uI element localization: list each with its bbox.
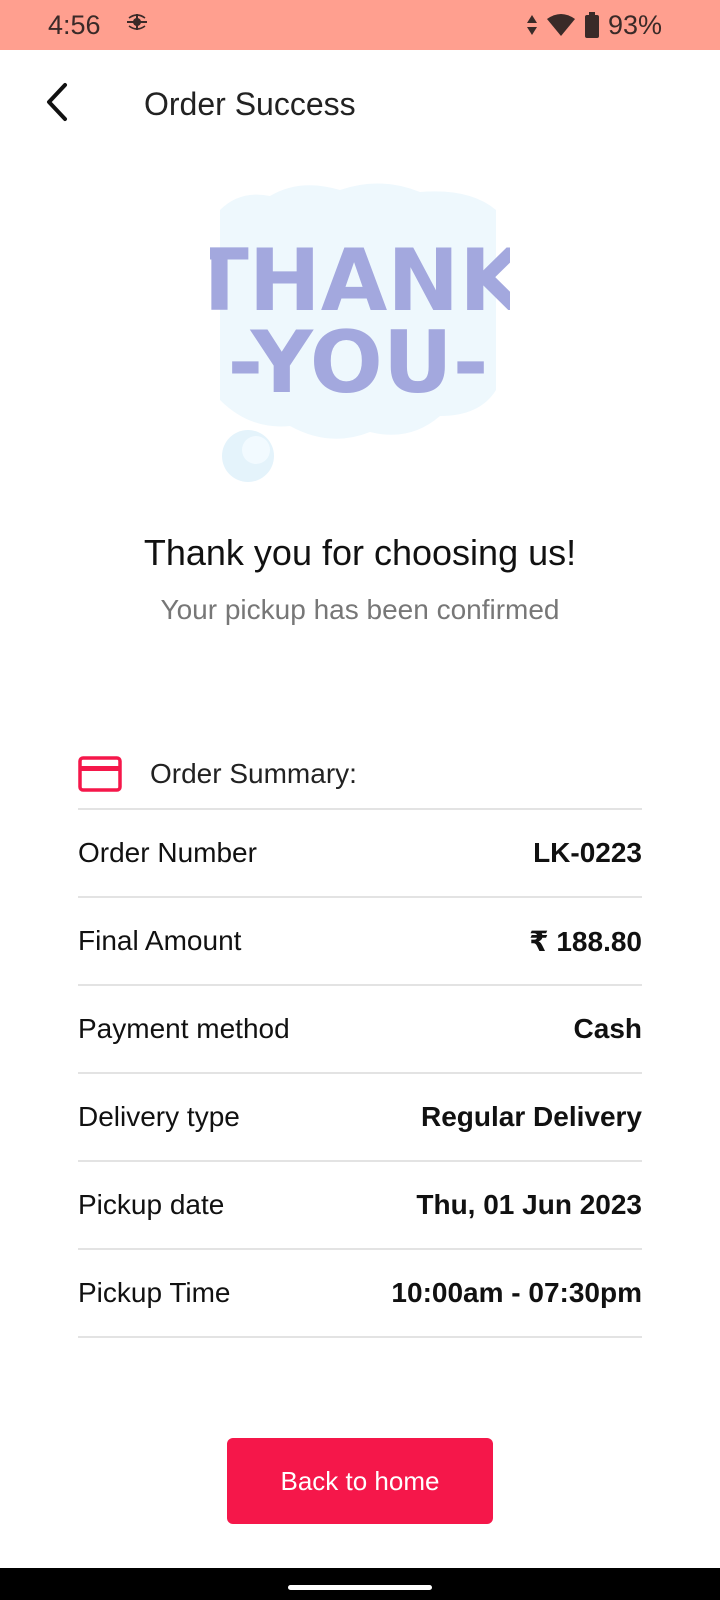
status-bar: 4:56 93% [0, 0, 720, 50]
app-notification-icon [123, 10, 151, 41]
summary-row-pickup-time: Pickup Time 10:00am - 07:30pm [78, 1250, 642, 1338]
summary-row-delivery-type: Delivery type Regular Delivery [78, 1074, 642, 1162]
battery-icon [584, 12, 600, 38]
wifi-icon [546, 13, 576, 37]
payment-method-value: Cash [573, 1013, 642, 1044]
final-amount-value: ₹ 188.80 [529, 925, 642, 957]
home-gesture-handle[interactable] [288, 1585, 432, 1590]
final-amount-label: Final Amount [78, 925, 242, 956]
summary-row-payment-method: Payment method Cash [78, 986, 642, 1074]
pickup-time-value: 10:00am - 07:30pm [391, 1277, 642, 1308]
thank-you-illustration: THANK -YOU- [190, 180, 529, 490]
delivery-type-value: Regular Delivery [421, 1101, 642, 1132]
order-summary-label: Order Summary: [150, 758, 357, 789]
navigation-bar [0, 1568, 720, 1600]
battery-percent: 93% [607, 9, 662, 40]
order-number-value: LK-0223 [533, 837, 642, 868]
summary-row-final-amount: Final Amount ₹ 188.80 [78, 898, 642, 986]
pickup-date-value: Thu, 01 Jun 2023 [416, 1189, 642, 1220]
pickup-time-label: Pickup Time [78, 1277, 231, 1308]
back-button[interactable] [30, 76, 82, 128]
hero-you-text: -YOU- [228, 313, 489, 413]
data-arrows-icon [526, 13, 538, 37]
chevron-left-icon [47, 83, 67, 121]
page-title: Order Success [144, 86, 356, 122]
order-number-label: Order Number [78, 837, 257, 868]
app-bar: Order Success [0, 50, 720, 162]
summary-row-order-number: Order Number LK-0223 [78, 810, 642, 898]
confirmation-subtitle: Your pickup has been confirmed [160, 594, 560, 625]
payment-method-label: Payment method [78, 1013, 290, 1044]
order-summary: Order Summary: Order Number LK-0223 Fina… [78, 740, 642, 1338]
credit-card-icon [78, 756, 122, 792]
order-summary-header: Order Summary: [78, 740, 642, 810]
summary-row-pickup-date: Pickup date Thu, 01 Jun 2023 [78, 1162, 642, 1250]
back-to-home-button[interactable]: Back to home [227, 1438, 493, 1524]
delivery-type-label: Delivery type [78, 1101, 240, 1132]
pickup-date-label: Pickup date [78, 1189, 225, 1220]
status-time: 4:56 [48, 9, 101, 40]
thank-you-heading: Thank you for choosing us! [143, 532, 577, 573]
